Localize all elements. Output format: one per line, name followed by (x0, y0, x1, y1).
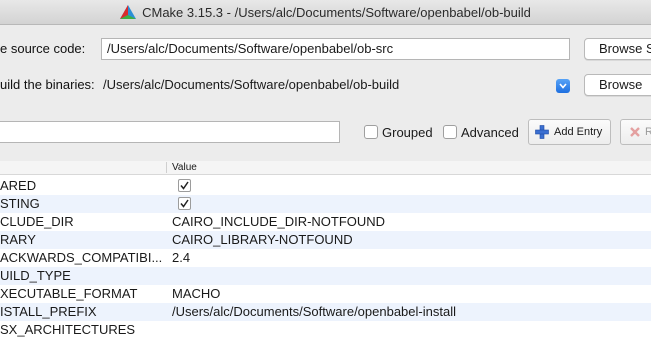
entry-value-checkbox[interactable] (178, 197, 191, 210)
entry-value[interactable]: /Users/alc/Documents/Software/openbabel-… (172, 303, 456, 321)
table-row[interactable]: RARY CAIRO_LIBRARY-NOTFOUND (0, 231, 651, 249)
add-entry-label: Add Entry (554, 126, 603, 138)
window-title: CMake 3.15.3 - /Users/alc/Documents/Soft… (142, 4, 531, 20)
entry-name: CLUDE_DIR (0, 214, 74, 229)
cmake-logo-icon (120, 5, 137, 19)
remove-entry-button[interactable]: R (620, 119, 651, 145)
build-path-combobox[interactable]: /Users/alc/Documents/Software/openbabel/… (97, 74, 555, 96)
entry-value[interactable]: CAIRO_LIBRARY-NOTFOUND (172, 231, 353, 249)
advanced-checkbox[interactable] (443, 125, 457, 139)
browse-build-button[interactable]: Browse (584, 74, 651, 96)
table-header: Value (0, 161, 651, 175)
entry-name: ISTALL_PREFIX (0, 304, 97, 319)
column-separator (166, 162, 167, 173)
table-row[interactable]: XECUTABLE_FORMAT MACHO (0, 285, 651, 303)
source-path-input[interactable]: /Users/alc/Documents/Software/openbabel/… (101, 38, 570, 60)
entry-value-checkbox[interactable] (178, 179, 191, 192)
table-row[interactable]: ACKWARDS_COMPATIBI... 2.4 (0, 249, 651, 267)
table-row[interactable]: UILD_TYPE (0, 267, 651, 285)
entry-name: UILD_TYPE (0, 268, 71, 283)
checkmark-icon (180, 199, 189, 208)
search-input[interactable] (0, 121, 340, 143)
window-titlebar: CMake 3.15.3 - /Users/alc/Documents/Soft… (0, 0, 651, 25)
entry-value[interactable]: 2.4 (172, 249, 190, 267)
table-row[interactable]: ISTALL_PREFIX/Users/alc/Documents/Softwa… (0, 303, 651, 321)
grouped-checkbox[interactable] (364, 125, 378, 139)
chevron-down-icon (559, 83, 567, 89)
remove-icon (630, 127, 640, 137)
entry-name: RARY (0, 232, 36, 247)
source-code-label: e source code: (0, 41, 86, 56)
build-binaries-label: uild the binaries: (0, 77, 95, 92)
cache-table[interactable]: Value ARED STING CLUDE_DIR CAIRO_INCLUDE_DI… (0, 161, 651, 342)
entry-value[interactable]: CAIRO_INCLUDE_DIR-NOTFOUND (172, 213, 385, 231)
entry-name: ARED (0, 178, 37, 193)
table-row[interactable]: ARED (0, 177, 651, 195)
table-row[interactable]: SX_ARCHITECTURES (0, 321, 651, 339)
value-column-header[interactable]: Value (172, 161, 197, 174)
table-row[interactable]: CLUDE_DIR CAIRO_INCLUDE_DIR-NOTFOUND (0, 213, 651, 231)
checkmark-icon (180, 181, 189, 190)
add-entry-button[interactable]: Add Entry (528, 119, 611, 145)
entry-name: SX_ARCHITECTURES (0, 322, 136, 337)
build-dropdown-button[interactable] (556, 79, 570, 93)
entry-name: STING (0, 196, 40, 211)
plus-icon (535, 125, 549, 139)
browse-source-button[interactable]: Browse S (584, 38, 651, 60)
entry-value[interactable]: MACHO (172, 285, 220, 303)
entry-name: XECUTABLE_FORMAT (0, 286, 138, 301)
remove-entry-label: R (645, 126, 651, 138)
entry-name: ACKWARDS_COMPATIBI... (0, 250, 162, 265)
grouped-label: Grouped (382, 125, 433, 140)
table-row[interactable]: STING (0, 195, 651, 213)
advanced-label: Advanced (461, 125, 519, 140)
